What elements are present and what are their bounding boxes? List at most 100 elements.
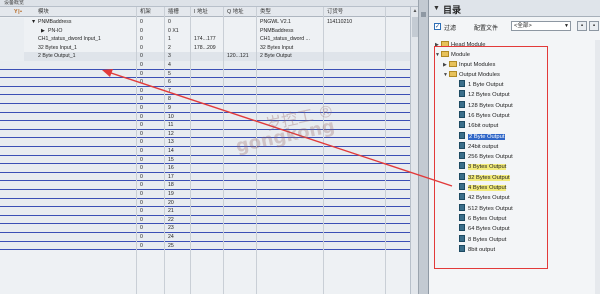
- catalog-item[interactable]: 512 Bytes Output: [459, 203, 513, 214]
- cell-module: PN-IO: [48, 27, 63, 34]
- catalog-scrollbar[interactable]: [595, 40, 600, 294]
- catalog-item-label: 12 Bytes Output: [468, 92, 510, 99]
- catalog-item-label: 128 Bytes Output: [468, 102, 513, 109]
- row-handle[interactable]: [0, 18, 24, 27]
- catalog-titlebar: ▼ 目录: [429, 0, 600, 17]
- folder-icon: [449, 61, 457, 67]
- empty-slot-row[interactable]: 0 17: [0, 172, 410, 182]
- module-icon: [459, 131, 465, 139]
- catalog-item[interactable]: 256 Bytes Output: [459, 152, 513, 162]
- cell-rack: 0: [140, 148, 143, 154]
- catalog-item[interactable]: 32 Bytes Output: [459, 172, 510, 183]
- catalog-item[interactable]: 8bit output: [459, 244, 495, 255]
- empty-slot-row[interactable]: 0 25: [0, 241, 410, 251]
- row-handle[interactable]: [0, 26, 24, 36]
- col-slot[interactable]: 插槽: [168, 7, 179, 17]
- empty-slot-row[interactable]: 0 13: [0, 138, 410, 147]
- filter-checkbox[interactable]: ✓: [434, 23, 441, 30]
- tree-node-input-modules[interactable]: ▶ Input Modules: [443, 60, 495, 70]
- empty-slot-row[interactable]: 06: [0, 78, 410, 87]
- catalog-action-icon[interactable]: ▪: [577, 21, 587, 31]
- empty-slot-row[interactable]: 0 20: [0, 198, 410, 208]
- row-handle[interactable]: [0, 35, 24, 44]
- tree-node-module[interactable]: ▼ Module: [435, 50, 470, 60]
- device-overview-tab[interactable]: 设备概览: [0, 0, 418, 7]
- cell-rack: 0: [140, 191, 143, 197]
- cell-rack: 0: [140, 242, 143, 249]
- folder-icon: [441, 51, 449, 57]
- cell-slot: 1: [168, 36, 171, 43]
- col-divider: [223, 7, 224, 294]
- config-profile-select[interactable]: <全部> ▼: [511, 21, 571, 31]
- empty-slot-row[interactable]: 0 15: [0, 155, 410, 165]
- empty-slot-row[interactable]: 0 23: [0, 224, 410, 233]
- catalog-item[interactable]: 64 Bytes Output: [459, 224, 510, 234]
- catalog-item[interactable]: 8 Bytes Output: [459, 234, 506, 245]
- module-icon: [459, 244, 465, 252]
- expand-arrow-icon[interactable]: ▶: [41, 27, 45, 36]
- catalog-item[interactable]: 12 Bytes Output: [459, 90, 510, 100]
- table-row[interactable]: ▼ PNMBaddress 0 0 PNGWL V2.1 114110210: [0, 18, 410, 27]
- catalog-item-label: 512 Bytes Output: [468, 205, 513, 212]
- cell-type: 32 Bytes Input: [260, 44, 294, 51]
- cell-slot: 22: [168, 216, 174, 223]
- tree-node-head-module[interactable]: ▶ Head Module: [435, 40, 485, 50]
- catalog-item-label: 16bit output: [468, 123, 499, 130]
- empty-slot-row[interactable]: 0 14: [0, 147, 410, 156]
- empty-slot-row[interactable]: 0 21: [0, 207, 410, 216]
- empty-slot-row[interactable]: 0 19: [0, 190, 410, 199]
- catalog-item[interactable]: 16bit output: [459, 121, 498, 131]
- table-row[interactable]: 2 Byte Output_1 0 3 120...121 2 Byte Output: [0, 52, 410, 61]
- table-row[interactable]: CH1_status_dword Input_1 0 1 174...177 CH1_s…: [0, 35, 410, 44]
- catalog-item[interactable]: 128 Bytes Output: [459, 100, 513, 111]
- empty-slot-row[interactable]: 05: [0, 69, 410, 79]
- catalog-panel: ▼ 目录 ✓ 过滤 配置文件 <全部> ▼ ▪ ▪ ▶ Head Module ▼…: [428, 0, 600, 294]
- catalog-item[interactable]: 24bit output: [459, 141, 498, 152]
- table-row[interactable]: ▶ PN-IO 0 0 X1 PNMBaddress: [0, 26, 410, 36]
- catalog-item[interactable]: 16 Bytes Output: [459, 110, 510, 121]
- catalog-item[interactable]: 2 Byte Output: [459, 131, 506, 142]
- catalog-item[interactable]: 4 Bytes Output: [459, 183, 507, 193]
- collapse-icon[interactable]: [421, 12, 426, 17]
- col-rack[interactable]: 机架: [140, 7, 151, 17]
- col-q-address[interactable]: Q 地址: [227, 7, 243, 17]
- table-row[interactable]: 32 Bytes Input_1 0 2 178...209 32 Bytes Inpu…: [0, 43, 410, 53]
- empty-slot-row[interactable]: 0 22: [0, 215, 410, 225]
- filter-label: 过滤: [444, 26, 457, 32]
- col-i-address[interactable]: I 地址: [194, 7, 208, 17]
- empty-slot-row[interactable]: 08: [0, 95, 410, 104]
- empty-slot-row[interactable]: 0 11: [0, 121, 410, 130]
- cell-rack: 0: [140, 53, 143, 60]
- row-handle[interactable]: [0, 43, 24, 53]
- catalog-item[interactable]: 3 Bytes Output: [459, 162, 507, 172]
- col-type[interactable]: 类型: [260, 7, 271, 17]
- cell-rack: 0: [140, 70, 143, 77]
- header-toolbar-icons[interactable]: Y|▪: [14, 7, 23, 17]
- empty-slot-row[interactable]: 0 10: [0, 112, 410, 122]
- row-handle[interactable]: [0, 52, 24, 61]
- cell-module: 2 Byte Output_1: [38, 53, 76, 60]
- tree-node-output-modules[interactable]: ▼ Output Modules: [443, 70, 500, 80]
- catalog-item[interactable]: 42 Bytes Output: [459, 193, 510, 203]
- catalog-item[interactable]: 6 Bytes Output: [459, 213, 506, 224]
- module-icon: [459, 172, 465, 180]
- panel-splitter[interactable]: [418, 0, 428, 294]
- col-order-number[interactable]: 订货号: [327, 7, 343, 17]
- cell-rack: 0: [140, 113, 143, 120]
- empty-slot-row[interactable]: 09: [0, 104, 410, 113]
- table-scrollbar[interactable]: ▲: [410, 7, 418, 294]
- empty-slot-row[interactable]: 0 24: [0, 233, 410, 242]
- collapse-arrow-icon[interactable]: ▼: [433, 5, 440, 12]
- empty-slot-row[interactable]: 04: [0, 61, 410, 70]
- empty-slot-row[interactable]: 0 12: [0, 129, 410, 139]
- empty-slot-row[interactable]: 0 16: [0, 164, 410, 173]
- catalog-action-icon[interactable]: ▪: [589, 21, 599, 31]
- config-profile-value: <全部>: [514, 23, 532, 29]
- catalog-item[interactable]: 1 Byte Output: [459, 80, 503, 90]
- empty-slot-row[interactable]: 0 18: [0, 181, 410, 190]
- cell-rack: 0: [140, 62, 143, 68]
- col-module[interactable]: 模块: [38, 7, 49, 17]
- cell-slot: 4: [168, 62, 171, 68]
- empty-slot-row[interactable]: 07: [0, 86, 410, 96]
- collapse-arrow-icon[interactable]: ▼: [31, 18, 36, 27]
